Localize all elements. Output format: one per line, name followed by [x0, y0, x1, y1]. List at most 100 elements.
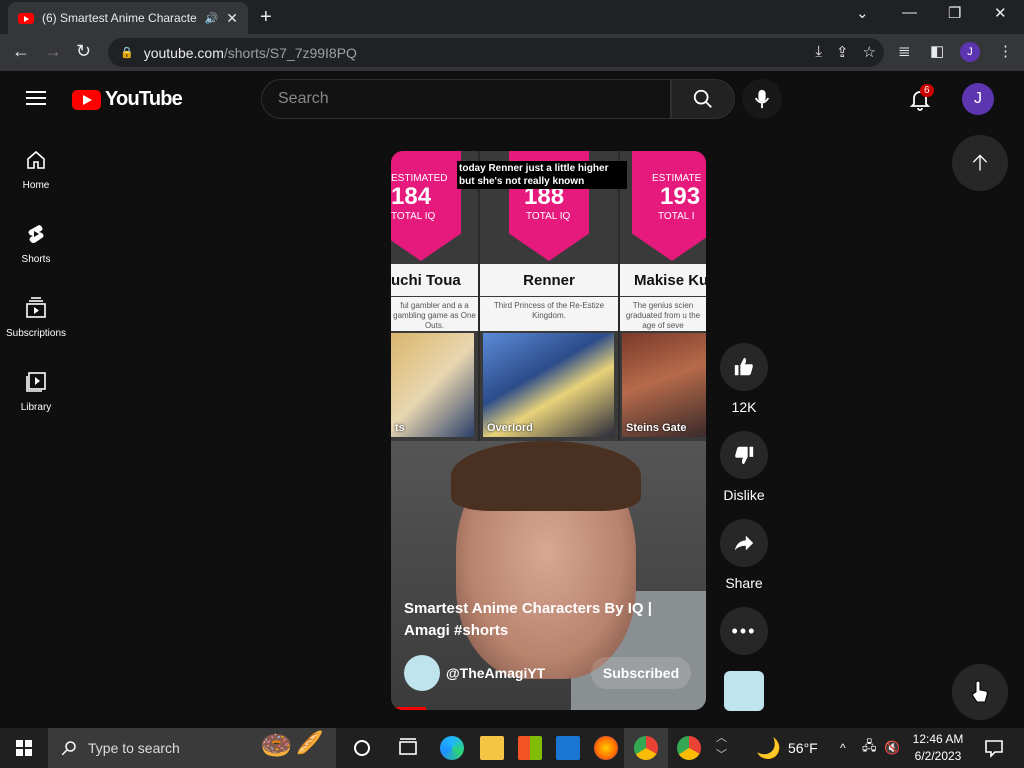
media-control-icon[interactable]: ≣ — [898, 42, 911, 60]
menu-icon[interactable] — [26, 91, 46, 105]
account-avatar[interactable]: J — [962, 83, 994, 115]
dislike-button[interactable] — [720, 431, 768, 479]
dislike-action: Dislike — [720, 431, 768, 503]
video-caption: today Renner just a little higher but sh… — [457, 161, 627, 189]
hand-cursor-icon — [972, 680, 988, 703]
sidebar-item-library[interactable]: Library — [0, 370, 72, 413]
address-bar[interactable]: 🔒 youtube.com /shorts/S7_7z99I8PQ ⤓ ⇪ ☆ — [108, 38, 884, 67]
like-button[interactable] — [720, 343, 768, 391]
cortana-icon[interactable] — [350, 736, 374, 760]
chrome-icon[interactable] — [677, 736, 701, 760]
short-title[interactable]: Smartest Anime Characters By IQ | Amagi … — [404, 598, 674, 642]
anime-title-label: ts — [395, 422, 405, 434]
channel-avatar[interactable] — [404, 655, 440, 691]
anime-title-label: Steins Gate — [626, 422, 687, 434]
browser-tab-active[interactable]: (6) Smartest Anime Characte 🔊 ✕ — [8, 2, 248, 34]
browser-tab-bar: (6) Smartest Anime Characte 🔊 ✕ + ⌄ — ❐ … — [0, 0, 1024, 34]
clock-date: 6/2/2023 — [914, 749, 962, 763]
next-short-button[interactable] — [952, 664, 1008, 720]
show-hidden-icons-chevron-icon[interactable]: ^ — [840, 728, 846, 768]
speaker-icon[interactable]: 🔊 — [205, 12, 219, 25]
character-name: uchi Toua — [391, 264, 478, 296]
character-card: D 188 TOTAL IQ Renner Third Princess of … — [480, 151, 618, 441]
youtube-logo[interactable]: YouTube — [72, 88, 183, 111]
sidebar-item-home[interactable]: Home — [0, 148, 72, 191]
task-view-icon[interactable] — [396, 736, 420, 760]
donut-search-highlight-icon: 🍩 — [260, 730, 293, 760]
windows-start-icon[interactable] — [16, 740, 32, 756]
iq-value: 184 — [391, 183, 432, 210]
share-action: Share — [720, 519, 768, 591]
mail-icon[interactable] — [556, 736, 580, 760]
minimize-button[interactable]: — — [902, 4, 917, 21]
iq-value: 193 — [660, 183, 701, 210]
url-path: /shorts/S7_7z99I8PQ — [223, 44, 357, 61]
character-image: Overlord — [483, 333, 614, 437]
more-options-button[interactable]: ••• — [720, 607, 768, 655]
total-iq-label: TOTAL IQ — [391, 211, 436, 222]
network-icon[interactable]: 🖧 — [862, 728, 877, 768]
character-description: Third Princess of the Re-Estize Kingdom. — [480, 297, 618, 331]
sidebar-item-shorts[interactable]: Shorts — [0, 222, 72, 265]
subscriptions-icon — [26, 297, 46, 318]
bookmark-star-icon[interactable]: ☆ — [863, 43, 876, 61]
tab-search-chevron-icon[interactable]: ⌄ — [856, 4, 869, 22]
close-window-button[interactable]: ✕ — [994, 4, 1007, 22]
character-description: ful gambler and a a gambling game as One… — [391, 297, 478, 331]
search-input[interactable]: Search — [261, 79, 671, 119]
character-image: ts — [391, 333, 474, 437]
share-page-icon[interactable]: ⇪ — [836, 43, 849, 61]
character-card: ESTIMATE 193 TOTAL I Makise Ku The geniu… — [620, 151, 706, 441]
volume-muted-icon[interactable]: 🔇 — [884, 728, 900, 768]
microsoft-store-icon[interactable] — [518, 736, 542, 760]
more-action: ••• — [720, 607, 768, 655]
home-icon — [27, 150, 45, 169]
short-video-player[interactable]: ESTIMATED 184 TOTAL IQ uchi Toua ful gam… — [391, 151, 706, 710]
close-tab-icon[interactable]: ✕ — [226, 10, 238, 27]
taskbar-clock[interactable]: 12:46 AM 6/2/2023 — [906, 731, 970, 765]
new-tab-button[interactable]: + — [260, 6, 272, 29]
sidebar-item-label: Subscriptions — [5, 328, 67, 339]
taskbar-search-input[interactable]: Type to search 🍩 🥖 — [48, 728, 336, 768]
previous-short-button[interactable] — [952, 135, 1008, 191]
back-arrow-icon[interactable]: ← — [12, 41, 30, 62]
lock-icon[interactable]: 🔒 — [120, 46, 134, 59]
side-panel-icon[interactable]: ◧ — [930, 42, 944, 60]
subscribed-button[interactable]: Subscribed — [591, 657, 691, 689]
sidebar-item-label: Shorts — [21, 254, 51, 265]
reload-icon[interactable]: ↻ — [76, 41, 91, 62]
file-explorer-icon[interactable] — [480, 736, 504, 760]
url-host: youtube.com — [143, 44, 224, 61]
youtube-wordmark: YouTube — [105, 88, 183, 110]
moon-weather-icon[interactable]: 🌙 — [756, 736, 781, 761]
install-app-icon[interactable]: ⤓ — [815, 43, 822, 61]
character-image: Steins Gate — [622, 333, 706, 437]
edge-browser-icon[interactable] — [440, 736, 464, 760]
voice-search-button[interactable] — [742, 79, 782, 119]
share-button[interactable] — [720, 519, 768, 567]
forward-arrow-icon[interactable]: → — [44, 41, 62, 62]
browser-menu-icon[interactable]: ⋮ — [998, 42, 1013, 60]
taskbar-search-icon — [61, 741, 76, 756]
firefox-icon[interactable] — [594, 736, 618, 760]
weather-temp[interactable]: 56°F — [788, 728, 818, 768]
browser-profile-avatar[interactable]: J — [960, 42, 980, 62]
playback-progress-bar[interactable] — [391, 707, 426, 710]
character-name: Renner — [480, 264, 618, 296]
notification-center-icon[interactable] — [982, 736, 1006, 760]
tab-title: (6) Smartest Anime Characte — [42, 11, 197, 25]
sidebar-item-subscriptions[interactable]: Subscriptions — [0, 296, 72, 339]
pastry-search-highlight-icon: 🥖 — [296, 730, 324, 755]
sidebar-item-label: Home — [22, 180, 50, 191]
youtube-favicon-icon — [18, 12, 34, 24]
search-button[interactable] — [671, 79, 735, 119]
like-count: 12K — [731, 399, 757, 415]
taskbar-overflow-chevrons-icon[interactable]: ︿ ﹀ — [716, 730, 727, 764]
share-arrow-icon — [734, 535, 754, 551]
restore-button[interactable]: ❐ — [948, 4, 961, 22]
channel-name[interactable]: @TheAmagiYT — [446, 665, 545, 681]
chrome-icon[interactable] — [634, 736, 658, 760]
sound-thumbnail[interactable] — [724, 671, 764, 711]
like-action: 12K — [720, 343, 768, 415]
taskbar-search-placeholder: Type to search — [88, 740, 180, 756]
